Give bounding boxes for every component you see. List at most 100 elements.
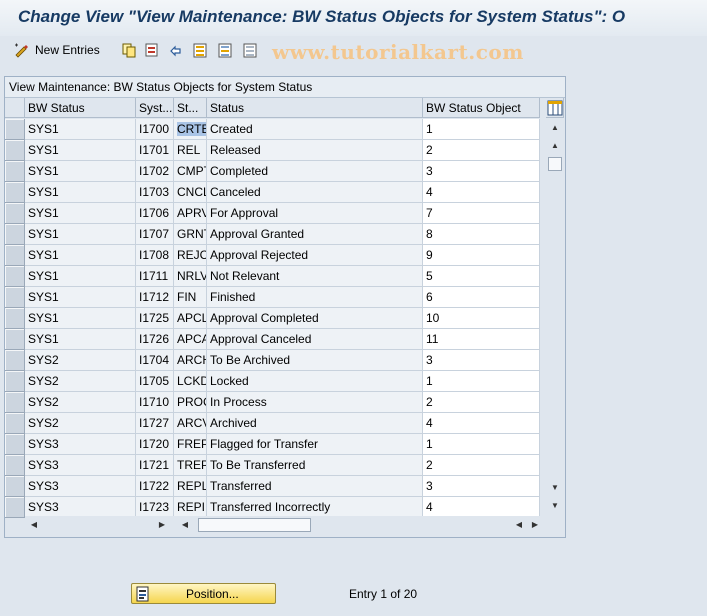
scroll-up-arrow[interactable]: ▲ bbox=[550, 123, 560, 133]
scroll-right-arrow[interactable]: ▶ bbox=[157, 520, 167, 530]
table-row: SYS2 I1705 LCKD Locked 1 bbox=[5, 371, 545, 392]
table-title-bar: View Maintenance: BW Status Objects for … bbox=[5, 77, 565, 98]
cell-system-status: I1707 bbox=[136, 224, 174, 245]
row-selector[interactable] bbox=[5, 434, 25, 455]
cell-status-code: PROC bbox=[174, 392, 207, 413]
cell-bw-status-object[interactable]: 1 bbox=[423, 119, 540, 140]
row-selector[interactable] bbox=[5, 161, 25, 182]
cell-bw-status-object[interactable]: 7 bbox=[423, 203, 540, 224]
column-header-label: St... bbox=[177, 101, 199, 115]
cell-bw-status-object[interactable]: 9 bbox=[423, 245, 540, 266]
select-all-button[interactable] bbox=[193, 41, 208, 59]
delete-button[interactable] bbox=[145, 41, 160, 59]
horizontal-scrollbar-left[interactable]: ◀ ▶ bbox=[25, 516, 174, 534]
scroll-left-arrow[interactable]: ◀ bbox=[29, 520, 39, 530]
scroll-right-arrow[interactable]: ▶ bbox=[530, 520, 540, 530]
table-row: SYS3 I1721 TREP To Be Transferred 2 bbox=[5, 455, 545, 476]
scroll-up-arrow[interactable]: ▲ bbox=[550, 141, 560, 151]
cell-bw-status-object[interactable]: 4 bbox=[423, 182, 540, 203]
cell-system-status: I1702 bbox=[136, 161, 174, 182]
table-row: SYS2I1727ARCVArchived4 bbox=[5, 413, 545, 434]
scroll-down-arrow[interactable]: ▼ bbox=[550, 483, 560, 493]
column-header-system-status[interactable]: Syst... bbox=[136, 98, 174, 118]
cell-status: Transferred Incorrectly bbox=[207, 497, 423, 518]
scroll-down-arrow[interactable]: ▼ bbox=[550, 501, 560, 511]
copy-icon bbox=[122, 43, 137, 58]
column-header-status[interactable]: Status bbox=[207, 98, 423, 118]
row-selector[interactable] bbox=[5, 224, 25, 245]
cell-bw-status: SYS1 bbox=[25, 329, 136, 350]
column-settings-button[interactable] bbox=[546, 98, 564, 118]
cell-bw-status-object[interactable]: 3 bbox=[423, 161, 540, 182]
cell-bw-status-object[interactable]: 2 bbox=[423, 140, 540, 161]
select-all-rows-header[interactable] bbox=[5, 98, 25, 118]
cell-bw-status: SYS3 bbox=[25, 497, 136, 518]
cell-bw-status: SYS1 bbox=[25, 203, 136, 224]
horizontal-scrollbar-right[interactable]: ◀ ◀ ▶ bbox=[174, 516, 546, 534]
window-title: Change View "View Maintenance: BW Status… bbox=[18, 7, 626, 26]
cell-bw-status-object[interactable]: 5 bbox=[423, 266, 540, 287]
copy-button[interactable] bbox=[122, 41, 137, 59]
row-selector[interactable] bbox=[5, 392, 25, 413]
undo-button[interactable] bbox=[168, 41, 183, 59]
cell-status-code: APCL bbox=[174, 308, 207, 329]
row-selector[interactable] bbox=[5, 308, 25, 329]
table-row: SYS1 I1703 CNCL Canceled 4 bbox=[5, 182, 545, 203]
select-block-button[interactable] bbox=[218, 41, 233, 59]
row-selector[interactable] bbox=[5, 329, 25, 350]
table-title: View Maintenance: BW Status Objects for … bbox=[9, 80, 313, 94]
row-selector[interactable] bbox=[5, 350, 25, 371]
row-selector[interactable] bbox=[5, 203, 25, 224]
cell-status: Completed bbox=[207, 161, 423, 182]
row-selector[interactable] bbox=[5, 476, 25, 497]
cell-bw-status-object[interactable]: 11 bbox=[423, 329, 540, 350]
row-selector[interactable] bbox=[5, 455, 25, 476]
scroll-left-arrow[interactable]: ◀ bbox=[514, 520, 524, 530]
scrollbar-thumb[interactable] bbox=[548, 157, 562, 171]
deselect-all-icon bbox=[243, 43, 258, 58]
position-button[interactable]: Position... bbox=[131, 583, 276, 604]
row-selector[interactable] bbox=[5, 182, 25, 203]
scrollbar-thumb[interactable] bbox=[198, 518, 311, 532]
cell-bw-status-object[interactable]: 2 bbox=[423, 455, 540, 476]
cell-bw-status: SYS1 bbox=[25, 266, 136, 287]
row-selector[interactable] bbox=[5, 245, 25, 266]
new-entries-button[interactable]: New Entries bbox=[14, 41, 100, 59]
cell-bw-status-object[interactable]: 2 bbox=[423, 392, 540, 413]
column-header-status-code[interactable]: St... bbox=[174, 98, 207, 118]
entry-counter: Entry 1 of 20 bbox=[349, 587, 418, 601]
cell-status: Canceled bbox=[207, 182, 423, 203]
row-selector[interactable] bbox=[5, 413, 25, 434]
cell-bw-status-object[interactable]: 1 bbox=[423, 434, 540, 455]
deselect-all-button[interactable] bbox=[243, 41, 258, 59]
table-settings-icon bbox=[547, 100, 563, 116]
cell-bw-status-object[interactable]: 6 bbox=[423, 287, 540, 308]
focused-cell-text[interactable]: CRTE bbox=[177, 122, 206, 136]
column-header-bw-status[interactable]: BW Status bbox=[25, 98, 136, 118]
table-control: View Maintenance: BW Status Objects for … bbox=[4, 76, 566, 538]
vertical-scrollbar[interactable]: ▲ ▲ ▼ ▼ bbox=[546, 119, 564, 515]
row-selector[interactable] bbox=[5, 497, 25, 518]
column-header-bw-status-object[interactable]: BW Status Object bbox=[423, 98, 540, 118]
cell-bw-status-object[interactable]: 10 bbox=[423, 308, 540, 329]
cell-status-code: ARCH bbox=[174, 350, 207, 371]
cell-bw-status-object[interactable]: 4 bbox=[423, 413, 540, 434]
cell-system-status: I1700 bbox=[136, 119, 174, 140]
cell-status: Approval Canceled bbox=[207, 329, 423, 350]
row-selector[interactable] bbox=[5, 287, 25, 308]
row-selector[interactable] bbox=[5, 140, 25, 161]
row-selector[interactable] bbox=[5, 371, 25, 392]
cell-status: Not Relevant bbox=[207, 266, 423, 287]
cell-system-status: I1712 bbox=[136, 287, 174, 308]
row-selector[interactable] bbox=[5, 266, 25, 287]
cell-bw-status-object[interactable]: 3 bbox=[423, 350, 540, 371]
cell-bw-status-object[interactable]: 8 bbox=[423, 224, 540, 245]
cell-bw-status: SYS2 bbox=[25, 413, 136, 434]
cell-bw-status-object[interactable]: 4 bbox=[423, 497, 540, 518]
cell-bw-status-object[interactable]: 1 bbox=[423, 371, 540, 392]
scroll-left-arrow[interactable]: ◀ bbox=[180, 520, 190, 530]
cell-bw-status-object[interactable]: 3 bbox=[423, 476, 540, 497]
table-row: SYS1 I1711 NRLV Not Relevant 5 bbox=[5, 266, 545, 287]
cell-status: Archived bbox=[207, 413, 423, 434]
row-selector[interactable] bbox=[5, 119, 25, 140]
